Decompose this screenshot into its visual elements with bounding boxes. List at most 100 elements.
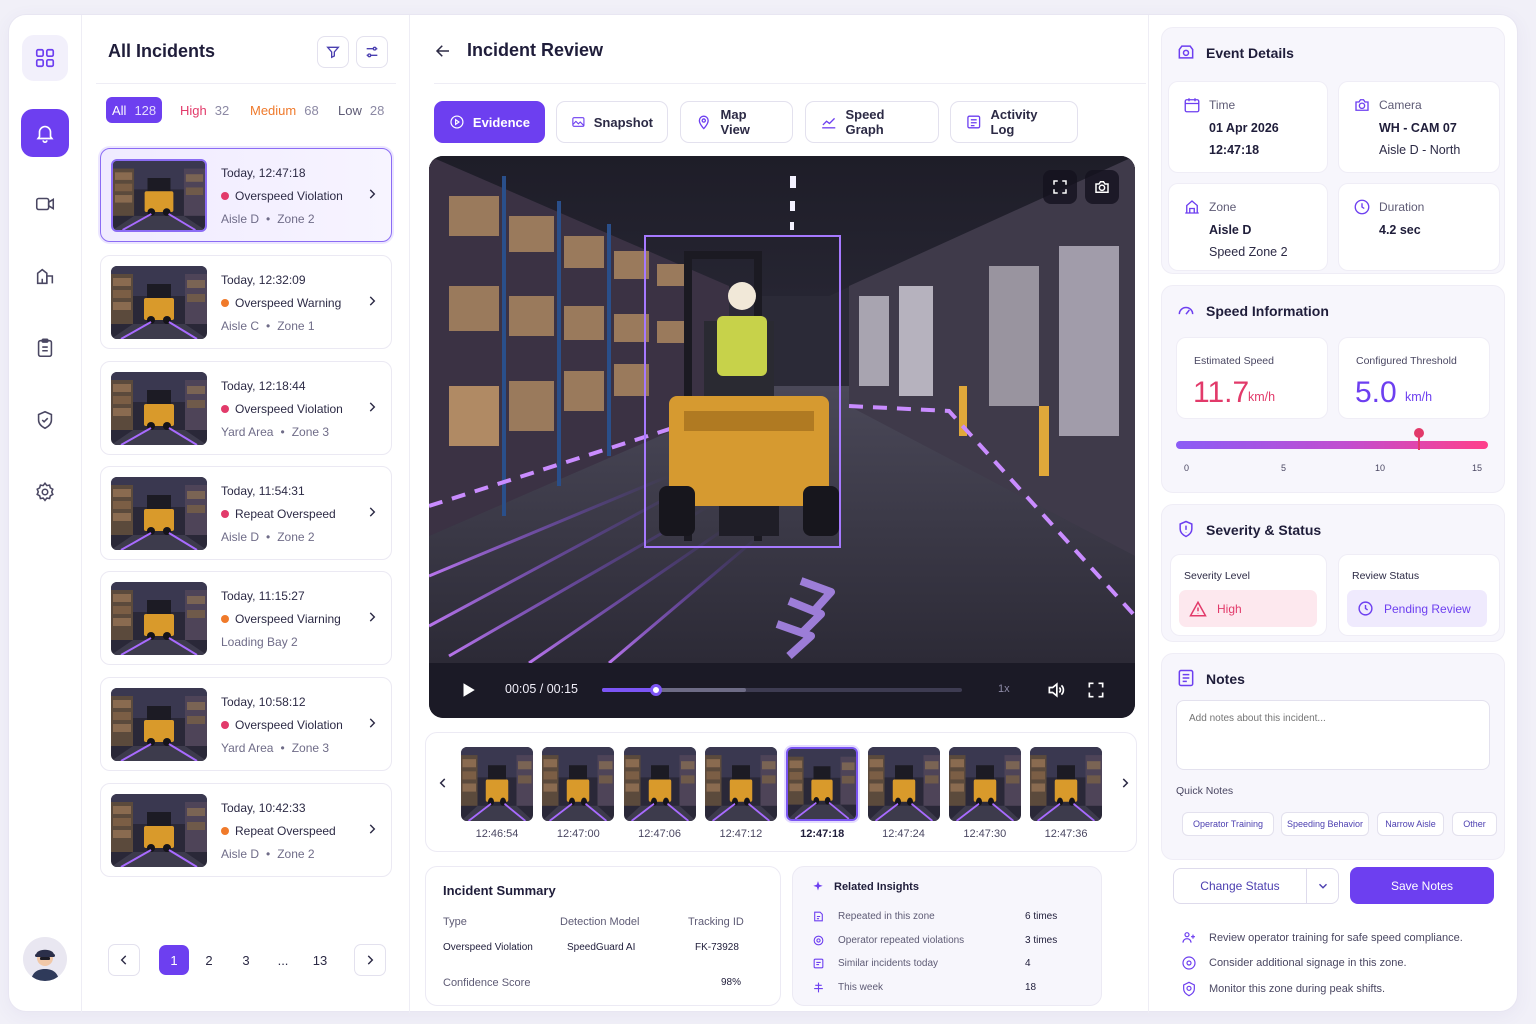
incident-thumbnail bbox=[111, 266, 207, 339]
duration-label: Duration bbox=[1379, 200, 1425, 214]
severity-badge[interactable]: High bbox=[1179, 590, 1317, 627]
chevron-down-icon[interactable] bbox=[1316, 879, 1330, 893]
volume-icon[interactable] bbox=[1046, 680, 1066, 700]
filter-medium[interactable]: Medium 68 bbox=[244, 97, 325, 123]
severity-level-tile: Severity Level High bbox=[1170, 554, 1327, 636]
quick-note-chip[interactable]: Other bbox=[1452, 812, 1497, 836]
video-frame-thumbnail[interactable] bbox=[624, 747, 696, 821]
camera-tile: Camera WH - CAM 07 Aisle D - North bbox=[1338, 81, 1500, 173]
tab-map-view[interactable]: Map View bbox=[680, 101, 793, 143]
alerts-bell-icon[interactable] bbox=[21, 109, 69, 157]
play-icon[interactable] bbox=[459, 681, 477, 699]
sort-adjust-icon[interactable] bbox=[356, 36, 388, 68]
page-1-button[interactable]: 1 bbox=[159, 945, 189, 975]
incident-card[interactable]: Today, 10:58:12 Overspeed Violation Yard A… bbox=[100, 677, 392, 771]
incident-card[interactable]: Today, 12:32:09 Overspeed Warning Aisle C •… bbox=[100, 255, 392, 349]
user-avatar[interactable] bbox=[23, 937, 67, 981]
back-arrow-icon[interactable] bbox=[434, 42, 452, 60]
chevron-right-icon[interactable] bbox=[365, 294, 379, 308]
page-3-button[interactable]: 3 bbox=[230, 944, 262, 976]
page-13-button[interactable]: 13 bbox=[304, 944, 336, 976]
chevron-right-icon[interactable] bbox=[365, 822, 379, 836]
next-page-button[interactable] bbox=[354, 944, 386, 976]
divider bbox=[434, 83, 1146, 84]
tab-activity-log[interactable]: Activity Log bbox=[950, 101, 1078, 143]
camera-video-icon[interactable] bbox=[22, 181, 68, 227]
video-frame-thumbnail[interactable] bbox=[786, 747, 859, 821]
page-2-button[interactable]: 2 bbox=[193, 944, 225, 976]
incident-summary: Incident Summary Type Detection Model Tr… bbox=[425, 866, 781, 1006]
clipboard-icon[interactable] bbox=[22, 325, 68, 371]
notes-textarea[interactable] bbox=[1176, 700, 1490, 770]
chevron-right-icon[interactable] bbox=[365, 610, 379, 624]
quick-note-chip[interactable]: Narrow Aisle bbox=[1377, 812, 1444, 836]
separator-dot: • bbox=[266, 847, 271, 861]
filter-low[interactable]: Low 28 bbox=[332, 97, 390, 123]
video-frame-thumbnail[interactable] bbox=[705, 747, 777, 821]
frame-timestamp: 12:47:24 bbox=[882, 828, 925, 840]
chevron-right-icon[interactable] bbox=[365, 187, 379, 201]
chevron-right-icon[interactable] bbox=[365, 400, 379, 414]
incident-area: Aisle D bbox=[221, 847, 260, 861]
video-frame-thumbnail[interactable] bbox=[461, 747, 533, 821]
quick-notes-label: Quick Notes bbox=[1176, 785, 1234, 797]
filter-high[interactable]: High 32 bbox=[174, 97, 235, 123]
change-status-dropdown[interactable]: Change Status bbox=[1173, 868, 1339, 904]
summary-type-header: Type bbox=[443, 916, 467, 928]
video-frame-thumbnail[interactable] bbox=[868, 747, 940, 821]
incident-card[interactable]: Today, 10:42:33 Repeat Overspeed Aisle D • Z… bbox=[100, 783, 392, 877]
chevron-right-icon[interactable] bbox=[365, 716, 379, 730]
dashboard-icon[interactable] bbox=[22, 35, 68, 81]
scale-tick: 10 bbox=[1375, 463, 1386, 473]
threshold-unit: km/h bbox=[1405, 390, 1433, 404]
incident-card[interactable]: Today, 11:54:31 Repeat Overspeed Aisle D • Z… bbox=[100, 466, 392, 560]
image-icon bbox=[572, 117, 585, 127]
related-insights: Related Insights Repeated in this zone 6 … bbox=[792, 866, 1102, 1006]
expand-video-icon[interactable] bbox=[1043, 170, 1077, 204]
incident-card[interactable]: Today, 12:47:18 Overspeed Violation Aisle … bbox=[100, 148, 392, 242]
insight-value: 4 bbox=[1025, 958, 1031, 969]
severity-dot bbox=[221, 615, 229, 623]
tab-snapshot[interactable]: Snapshot bbox=[556, 101, 668, 143]
evidence-video-player[interactable]: 00:05 / 00:15 1x bbox=[429, 156, 1135, 718]
tab-speed-graph[interactable]: Speed Graph bbox=[805, 101, 939, 143]
change-status-button[interactable]: Change Status bbox=[1174, 869, 1307, 903]
quick-note-chip[interactable]: Operator Training bbox=[1182, 812, 1274, 836]
severity-dot bbox=[221, 192, 229, 200]
summary-type-value: Overspeed Violation bbox=[443, 942, 533, 953]
video-scrubber[interactable] bbox=[602, 684, 962, 696]
review-status-badge[interactable]: Pending Review bbox=[1347, 590, 1487, 627]
video-frame-thumbnail[interactable] bbox=[949, 747, 1021, 821]
calendar-icon bbox=[1184, 98, 1200, 113]
settings-gear-icon[interactable] bbox=[22, 469, 68, 515]
quick-note-chip[interactable]: Speeding Behavior bbox=[1281, 812, 1369, 836]
save-notes-button[interactable]: Save Notes bbox=[1350, 867, 1494, 904]
scrubber-progress bbox=[602, 688, 656, 692]
incident-card[interactable]: Today, 11:15:27 Overspeed Viarning Loading… bbox=[100, 571, 392, 665]
playback-speed[interactable]: 1x bbox=[998, 683, 1010, 695]
fullscreen-icon[interactable] bbox=[1086, 680, 1106, 700]
separator-dot: • bbox=[280, 425, 285, 439]
filter-all[interactable]: All 128 bbox=[106, 97, 163, 123]
screenshot-camera-icon[interactable] bbox=[1085, 170, 1119, 204]
scrubber-handle[interactable] bbox=[650, 684, 662, 696]
prev-page-button[interactable] bbox=[108, 944, 140, 976]
incident-zone: Zone 1 bbox=[277, 319, 315, 333]
app-window: All Incidents All 128 High 32 Medium 68 Low… bbox=[8, 14, 1518, 1013]
filter-icon[interactable] bbox=[317, 36, 349, 68]
tab-evidence[interactable]: Evidence bbox=[434, 101, 545, 143]
analytics-icon[interactable] bbox=[22, 253, 68, 299]
review-status-label: Review Status bbox=[1352, 570, 1420, 582]
incident-card[interactable]: Today, 12:18:44 Overspeed Violation Yard A… bbox=[100, 361, 392, 455]
video-frame-thumbnail[interactable] bbox=[1030, 747, 1102, 821]
map-pin-icon bbox=[698, 115, 709, 130]
shield-icon[interactable] bbox=[22, 397, 68, 443]
recommendation: Review operator training for safe speed … bbox=[1181, 930, 1463, 946]
video-frame-thumbnail[interactable] bbox=[542, 747, 614, 821]
incident-type: Overspeed Violation bbox=[221, 189, 343, 203]
strip-prev-chevron-icon[interactable] bbox=[436, 774, 450, 792]
strip-next-chevron-icon[interactable] bbox=[1118, 774, 1132, 792]
chevron-right-icon[interactable] bbox=[365, 505, 379, 519]
zone-value: Aisle D bbox=[1209, 223, 1252, 237]
page-ellipsis: ... bbox=[277, 952, 289, 968]
